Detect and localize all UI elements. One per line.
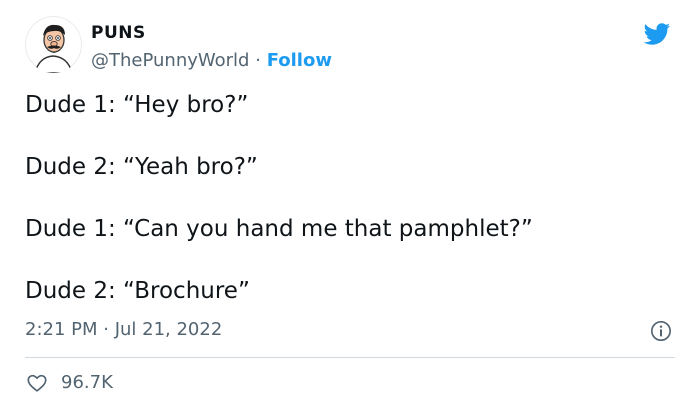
author-handle[interactable]: @ThePunnyWorld [91, 50, 249, 71]
avatar[interactable] [25, 16, 82, 73]
author-name[interactable]: PUNS [91, 23, 146, 43]
tweet-line: Dude 2: “Yeah bro?” [25, 154, 258, 180]
like-count: 96.7K [61, 372, 113, 393]
tweet-line: Dude 1: “Hey bro?” [25, 92, 249, 118]
tweet-text: Dude 1: “Hey bro?” Dude 2: “Yeah bro?” D… [25, 90, 665, 338]
twitter-bird-icon[interactable] [640, 20, 673, 48]
tweet-line: Dude 1: “Can you hand me that pamphlet?” [25, 216, 533, 242]
tweet-timestamp[interactable]: 2:21 PM · Jul 21, 2022 [25, 318, 222, 342]
divider [25, 357, 675, 358]
info-icon[interactable] [650, 320, 672, 342]
avatar-illustration [25, 16, 82, 73]
heart-icon[interactable] [25, 372, 49, 394]
author-meta: @ThePunnyWorld · Follow [91, 50, 332, 72]
separator-dot: · [255, 50, 261, 71]
tweet-line: Dude 2: “Brochure” [25, 278, 250, 304]
like-button[interactable]: 96.7K [25, 370, 113, 396]
follow-button[interactable]: Follow [267, 50, 332, 71]
tweet-card: PUNS @ThePunnyWorld · Follow Dude 1: “He… [0, 0, 700, 410]
